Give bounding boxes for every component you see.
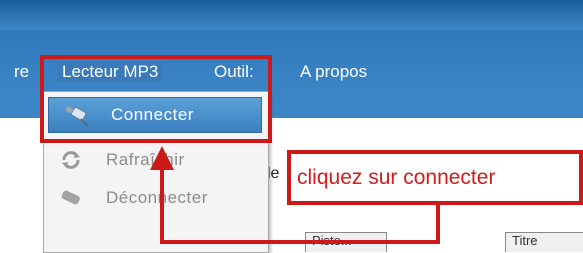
unplug-icon (58, 187, 84, 209)
annotation-arrow-segment (436, 204, 440, 244)
annotation-callout: cliquez sur connecter (287, 150, 583, 205)
refresh-icon (58, 149, 84, 171)
annotation-arrow-segment (160, 170, 164, 244)
menu-a-propos[interactable]: A propos (300, 62, 367, 82)
menu-item-label: Déconnecter (106, 188, 208, 207)
column-header-titre[interactable]: Titre (505, 232, 583, 252)
window-title-bar (0, 0, 583, 30)
callout-text: cliquez sur connecter (297, 165, 496, 189)
annotation-highlight-box (40, 55, 272, 143)
annotation-arrow-head-icon (150, 146, 174, 170)
annotation-arrow-segment (160, 240, 440, 244)
menu-item-deconnecter[interactable]: Déconnecter (44, 180, 268, 216)
menu-item-partial[interactable]: re (14, 62, 29, 82)
